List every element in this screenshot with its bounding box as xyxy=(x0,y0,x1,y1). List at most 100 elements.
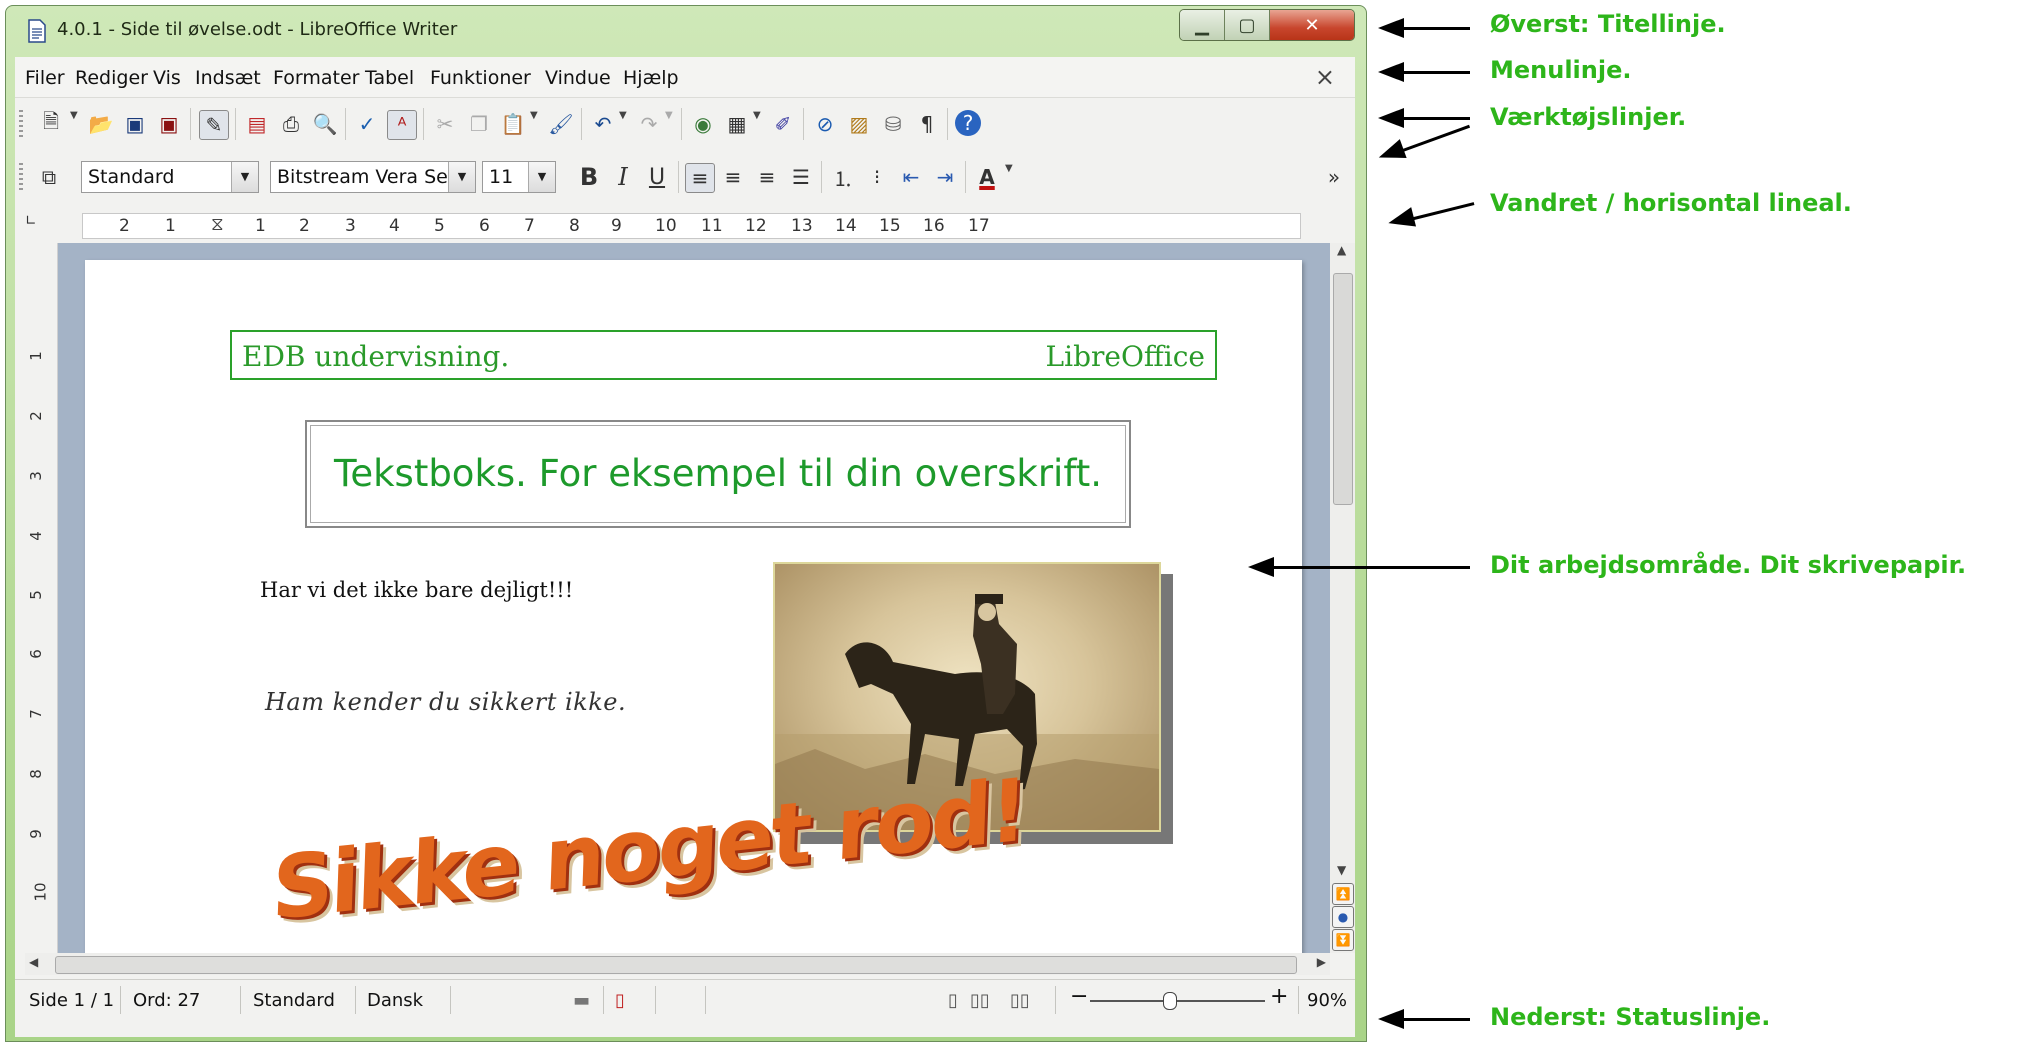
undo-button[interactable]: ↶ xyxy=(589,110,617,138)
redo-button[interactable]: ↷ xyxy=(635,110,663,138)
insert-mode-icon[interactable]: ▬ xyxy=(573,990,590,1011)
zoom-slider-track[interactable] xyxy=(1090,1000,1265,1002)
menu-vindue[interactable]: Vindue xyxy=(545,67,611,89)
body-paragraph[interactable]: Har vi det ikke bare dejligt!!! xyxy=(260,578,573,602)
previous-page-button[interactable]: ⏫ xyxy=(1332,883,1354,905)
paste-dropdown[interactable]: ▼ xyxy=(530,110,538,121)
menu-tabel[interactable]: Tabel xyxy=(365,67,414,89)
font-name-combo[interactable]: Bitstream Vera Serif ▼ xyxy=(270,161,476,193)
undo-dropdown[interactable]: ▼ xyxy=(619,110,627,121)
new-dropdown[interactable]: ▼ xyxy=(70,110,78,121)
zoom-in-button[interactable]: + xyxy=(1270,984,1288,1009)
increase-indent-button[interactable]: ⇥ xyxy=(931,163,959,191)
autospell-button[interactable]: ᴬ xyxy=(387,110,417,140)
script-paragraph[interactable]: Ham kender du sikkert ikke. xyxy=(265,688,626,716)
book-view-icon[interactable]: ▯▯ xyxy=(1010,990,1030,1011)
font-color-dropdown[interactable]: ▼ xyxy=(1005,163,1013,174)
status-page-style[interactable]: Standard xyxy=(253,990,335,1011)
align-center-button[interactable]: ≡ xyxy=(719,163,747,191)
toolbar-grip[interactable] xyxy=(19,163,23,191)
data-sources-button[interactable]: ⛁ xyxy=(879,110,907,138)
single-page-view-icon[interactable]: ▯ xyxy=(948,990,958,1011)
decrease-indent-button[interactable]: ⇤ xyxy=(897,163,925,191)
menu-hjaelp[interactable]: Hjælp xyxy=(623,67,679,89)
maximize-button[interactable]: ▢ xyxy=(1225,10,1270,40)
draw-functions-button[interactable]: ✐ xyxy=(769,110,797,138)
print-button[interactable]: ⎙ xyxy=(277,110,305,138)
bullets-button[interactable]: ⁝ xyxy=(863,163,891,191)
status-word-count[interactable]: Ord: 27 xyxy=(133,990,200,1011)
wordart-text[interactable]: Sikke noget rod! xyxy=(270,760,1027,940)
vertical-scrollbar[interactable]: ▲ ▼ ⏫ ● ⏬ xyxy=(1330,243,1355,953)
align-right-button[interactable]: ≡ xyxy=(753,163,781,191)
tab-type-toggle[interactable]: ∟ xyxy=(25,213,37,229)
next-page-button[interactable]: ⏬ xyxy=(1332,929,1354,951)
paragraph-style-combo[interactable]: Standard ▼ xyxy=(81,161,259,193)
horizontal-ruler[interactable]: 2 1 ⧖ 1 2 3 4 5 6 7 8 9 10 11 12 13 14 1… xyxy=(82,213,1301,239)
close-button[interactable]: ✕ xyxy=(1270,10,1354,40)
underline-button[interactable]: U xyxy=(643,163,671,191)
chevron-down-icon[interactable]: ▼ xyxy=(231,162,258,192)
zoom-out-button[interactable]: − xyxy=(1070,984,1088,1009)
document-area[interactable]: 1 2 3 4 5 6 7 8 9 10 EDB undervisning. L… xyxy=(25,243,1330,953)
scroll-left-arrow[interactable]: ◀ xyxy=(29,955,38,969)
spellcheck-button[interactable]: ✓ xyxy=(353,110,381,138)
horizontal-scrollbar[interactable]: ◀ ▶ xyxy=(25,953,1330,975)
image-button[interactable]: ▨ xyxy=(845,110,873,138)
navigator-button[interactable]: ⊘ xyxy=(811,110,839,138)
table-button[interactable]: ▦ xyxy=(723,110,751,138)
zoom-level[interactable]: 90% xyxy=(1307,990,1347,1011)
scroll-up-arrow[interactable]: ▲ xyxy=(1337,243,1346,257)
vertical-scroll-thumb[interactable] xyxy=(1333,273,1353,505)
scroll-right-arrow[interactable]: ▶ xyxy=(1317,955,1326,969)
menu-vis[interactable]: Vis xyxy=(153,67,181,89)
font-color-button[interactable]: A xyxy=(973,163,1001,191)
indent-marker[interactable]: ⧖ xyxy=(211,214,224,235)
edit-mode-button[interactable]: ✎ xyxy=(199,110,229,140)
cut-button[interactable]: ✂ xyxy=(431,110,459,138)
justify-button[interactable]: ☰ xyxy=(787,163,815,191)
chevron-down-icon[interactable]: ▼ xyxy=(448,162,475,192)
document-page[interactable]: EDB undervisning. LibreOffice Tekstboks.… xyxy=(85,260,1302,953)
title-bar[interactable]: 4.0.1 - Side til øvelse.odt - LibreOffic… xyxy=(5,5,1367,55)
toolbar-more-button[interactable]: » xyxy=(1320,163,1348,191)
horizontal-scroll-thumb[interactable] xyxy=(55,956,1297,974)
table-dropdown[interactable]: ▼ xyxy=(753,110,761,121)
menu-funktioner[interactable]: Funktioner xyxy=(430,67,531,89)
gallery-button[interactable]: ◉ xyxy=(689,110,717,138)
zoom-slider-knob[interactable] xyxy=(1163,992,1177,1010)
multi-page-view-icon[interactable]: ▯▯ xyxy=(970,990,990,1011)
italic-button[interactable]: I xyxy=(609,163,637,191)
bold-button[interactable]: B xyxy=(575,163,603,191)
status-page[interactable]: Side 1 / 1 xyxy=(29,990,114,1011)
page-header[interactable]: EDB undervisning. LibreOffice xyxy=(230,330,1217,380)
heading-textbox[interactable]: Tekstboks. For eksempel til din overskri… xyxy=(305,420,1131,528)
menu-formater[interactable]: Formater xyxy=(273,67,359,89)
open-button[interactable]: 📂 xyxy=(87,110,115,138)
export-pdf-button[interactable]: ▤ xyxy=(243,110,271,138)
print-preview-button[interactable]: 🔍 xyxy=(311,110,339,138)
save-as-button[interactable]: ▣ xyxy=(155,110,183,138)
formatting-marks-button[interactable]: ¶ xyxy=(913,110,941,138)
font-size-combo[interactable]: 11 ▼ xyxy=(482,161,556,193)
copy-button[interactable]: ❐ xyxy=(465,110,493,138)
numbering-button[interactable]: ⒈ xyxy=(829,163,857,191)
chevron-down-icon[interactable]: ▼ xyxy=(528,162,555,192)
redo-dropdown[interactable]: ▼ xyxy=(665,110,673,121)
save-button[interactable]: ▣ xyxy=(121,110,149,138)
status-language[interactable]: Dansk xyxy=(367,990,423,1011)
navigation-button[interactable]: ● xyxy=(1332,906,1354,928)
minimize-button[interactable]: ▁ xyxy=(1180,10,1225,40)
clone-format-button[interactable]: 🖌 xyxy=(547,110,575,138)
menu-filer[interactable]: Filer xyxy=(25,67,65,89)
menu-rediger[interactable]: Rediger xyxy=(75,67,148,89)
scroll-down-arrow[interactable]: ▼ xyxy=(1337,863,1346,877)
styles-button[interactable]: ⧉ xyxy=(35,163,63,191)
toolbar-grip[interactable] xyxy=(19,110,23,138)
help-button[interactable]: ? xyxy=(955,110,981,136)
close-document-button[interactable]: × xyxy=(1315,63,1335,91)
vertical-ruler[interactable]: 1 2 3 4 5 6 7 8 9 10 xyxy=(25,243,58,953)
paste-button[interactable]: 📋 xyxy=(499,110,527,138)
menu-indsaet[interactable]: Indsæt xyxy=(195,67,261,89)
document-modified-icon[interactable]: ▯ xyxy=(615,990,625,1011)
